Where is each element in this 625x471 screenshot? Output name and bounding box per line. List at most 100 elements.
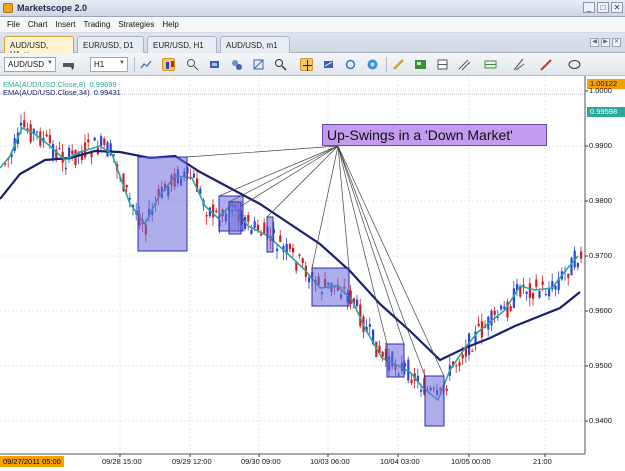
candle-body [471,350,474,352]
menu-trading[interactable]: Trading [79,17,114,32]
candle-body [247,215,250,222]
indicator-icon[interactable] [322,58,335,71]
candle-body [106,142,109,157]
globe-icon[interactable] [366,58,379,71]
candle-body [128,197,131,200]
price-label: 0.9800 [589,196,612,205]
tab-eurusd-d1[interactable]: EUR/USD, D1 [77,36,144,53]
candle-body [570,257,573,276]
upswing-highlight-box [424,375,445,427]
candle-body [455,365,458,367]
candle-body [250,229,253,235]
upswing-highlight-box [137,156,188,252]
symbol-select[interactable]: AUD/USD ▼ [4,57,56,72]
candle-body [381,351,384,357]
ellipse-icon[interactable] [568,58,581,71]
candle-body [205,215,208,217]
candle-body [279,235,282,242]
tab-label: EUR/USD, D1 [83,41,134,50]
candle-body [20,122,23,126]
menu-insert[interactable]: Insert [51,17,79,32]
menu-chart[interactable]: Chart [24,17,52,32]
candle-body [292,248,295,253]
window-controls: _ □ ✕ [583,2,623,13]
candle-chart-icon[interactable] [162,58,175,71]
tab-scroll-left-icon[interactable]: ◀ [590,38,599,47]
tab-scroll: ◀ ▶ ✕ [590,38,621,47]
candle-body [528,283,531,298]
time-label: 21:00 [533,457,552,466]
minimize-button[interactable]: _ [583,2,595,13]
table-icon[interactable] [436,58,449,71]
price-chart[interactable]: EMA(AUD/USD.Close,8) 0.99699 EMA(AUD/USD.… [0,76,625,471]
candle-body [215,210,218,213]
candle-body [356,299,359,306]
ema-slow-label: EMA(AUD/USD.Close,34) [3,88,90,97]
timeframe-select[interactable]: H1 ▼ [90,57,128,72]
chart-type-icon[interactable] [62,58,75,71]
chevron-down-icon: ▼ [47,60,53,66]
crosshair-icon[interactable] [230,58,243,71]
toolbar-divider [386,57,387,72]
zoom-in-icon[interactable] [186,58,199,71]
candle-body [298,254,301,256]
price-label: 0.9600 [589,306,612,315]
annotation-callout[interactable]: Up-Swings in a 'Down Market' [322,124,547,146]
menu-help[interactable]: Help [158,17,182,32]
candle-body [36,131,39,133]
scroll-chart-icon[interactable] [252,58,265,71]
candle-body [64,167,67,170]
price-label: 0.9900 [589,141,612,150]
candle-body [567,273,570,279]
candle-body [288,244,291,250]
candle-body [100,136,103,146]
trendline-icon[interactable] [458,58,471,71]
menu-strategies[interactable]: Strategies [114,17,158,32]
candle-body [493,310,496,315]
pencil-icon[interactable] [392,58,405,71]
candle-body [580,251,583,259]
refresh-icon[interactable] [344,58,357,71]
candle-body [368,324,371,327]
tab-eurusd-h1[interactable]: EUR/USD, H1 [147,36,217,53]
candle-body [410,379,413,384]
time-label: 10/04 03:00 [380,457,420,466]
tab-audusd-m1[interactable]: AUD/USD, m1 [220,36,290,53]
candle-body [420,389,423,392]
tab-label: EUR/USD, H1 [153,41,204,50]
picture-icon[interactable] [414,58,427,71]
close-button[interactable]: ✕ [611,2,623,13]
chevron-down-icon: ▼ [119,60,125,66]
tab-close-icon[interactable]: ✕ [612,38,621,47]
search-icon[interactable] [274,58,287,71]
line-chart-icon[interactable] [140,58,153,71]
fibonacci-icon[interactable] [512,58,525,71]
candle-body [548,288,551,297]
cursor-tool-icon[interactable] [300,58,313,71]
time-label: 10/05 00:00 [451,457,491,466]
app-icon [3,3,13,13]
candle-body [525,291,528,295]
candle-body [544,294,547,296]
tab-audusd-h1[interactable]: AUD/USD, H1✕ [4,36,74,59]
channel-icon[interactable] [484,58,497,71]
candle-body [192,173,195,178]
candle-body [125,184,128,188]
line-tool-icon[interactable] [540,58,553,71]
candle-body [52,144,55,158]
title-bar: Marketscope 2.0 _ □ ✕ [0,0,625,17]
candle-body [541,281,544,285]
time-label: 09/29 12:00 [172,457,212,466]
toolbar-divider [134,57,135,72]
menu-file[interactable]: File [3,17,24,32]
maximize-button[interactable]: □ [597,2,609,13]
tab-scroll-right-icon[interactable]: ▶ [601,38,610,47]
candle-body [260,233,263,236]
ema-slow-legend: EMA(AUD/USD.Close,34) 0.99431 [3,88,121,97]
app-title: Marketscope 2.0 [17,3,88,13]
tab-label: AUD/USD, m1 [226,41,278,50]
price-label: 0.9500 [589,361,612,370]
upswing-highlight-box [386,343,405,378]
zoom-out-icon[interactable] [208,58,221,71]
candle-body [445,388,448,391]
